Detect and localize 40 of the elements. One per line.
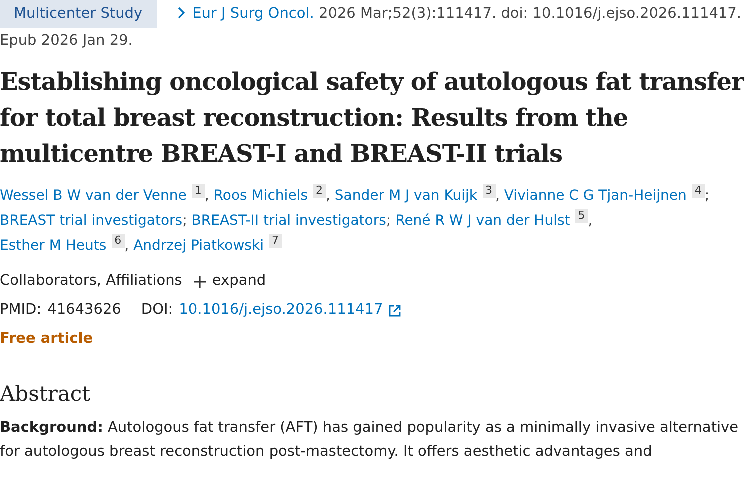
article-title: Establishing oncological safety of autologous fat transfer for total breast reconstruction: Results from the multicentre BREAST-I and BREAST-II trials: [0, 66, 745, 170]
collaborators-label: Collaborators, Affiliations: [0, 272, 182, 291]
author-link[interactable]: BREAST trial investigators: [0, 213, 183, 229]
affiliation-number[interactable]: 7: [268, 234, 282, 248]
doi-label: DOI:: [141, 301, 174, 320]
separator: ;: [704, 188, 710, 204]
author-link[interactable]: Wessel B W van der Venne: [0, 188, 187, 204]
affiliation-number[interactable]: 1: [192, 184, 205, 198]
separator: ;: [386, 213, 392, 229]
separator: ,: [588, 213, 593, 229]
abstract-paragraph: Background: Autologous fat transfer (AFT) has gained popularity as a minimally invasive alternative for autologous breast reconstruction post-mastectomy. It offers aesthetic advantages and: [0, 419, 740, 462]
expand-button[interactable]: expand: [194, 267, 266, 296]
affiliation-number[interactable]: 2: [313, 184, 326, 198]
separator: ,: [124, 238, 130, 254]
free-article-label: Free article: [0, 330, 94, 349]
external-link-icon: [389, 304, 402, 316]
author-link[interactable]: BREAST-II trial investigators: [192, 213, 386, 229]
epub-date: Epub 2026 Jan 29.: [0, 32, 134, 51]
citation-details: 2026 Mar;52(3):111417. doi: 10.1016/j.ejso.2026.111417.: [319, 6, 742, 22]
separator: ,: [326, 188, 330, 204]
journal-link[interactable]: Eur J Surg Oncol.: [192, 6, 314, 22]
pmid-value: 41643626: [48, 301, 122, 320]
separator: ,: [496, 188, 500, 204]
separator: ,: [204, 188, 210, 204]
author-link[interactable]: Roos Michiels: [214, 188, 308, 204]
author-link[interactable]: Esther M Heuts: [0, 238, 107, 254]
separator: ;: [182, 213, 188, 229]
affiliation-number[interactable]: 6: [112, 234, 125, 248]
publication-type-tag: Multicenter Study: [0, 0, 157, 28]
author-link[interactable]: Sander M J van Kuijk: [334, 188, 478, 204]
plus-icon: [194, 276, 206, 288]
author-link[interactable]: Vivianne C G Tjan-Heijnen: [504, 188, 687, 204]
affiliation-number[interactable]: 5: [575, 209, 588, 223]
pmid-label: PMID:: [0, 301, 42, 320]
doi-link[interactable]: 10.1016/j.ejso.2026.111417: [179, 296, 384, 325]
author-link[interactable]: René R W J van der Hulst: [396, 213, 570, 229]
affiliation-number[interactable]: 3: [482, 184, 496, 198]
abstract-heading: Abstract: [0, 382, 92, 406]
author-link[interactable]: Andrzej Piatkowski: [134, 238, 264, 254]
affiliation-number[interactable]: 4: [692, 184, 705, 198]
